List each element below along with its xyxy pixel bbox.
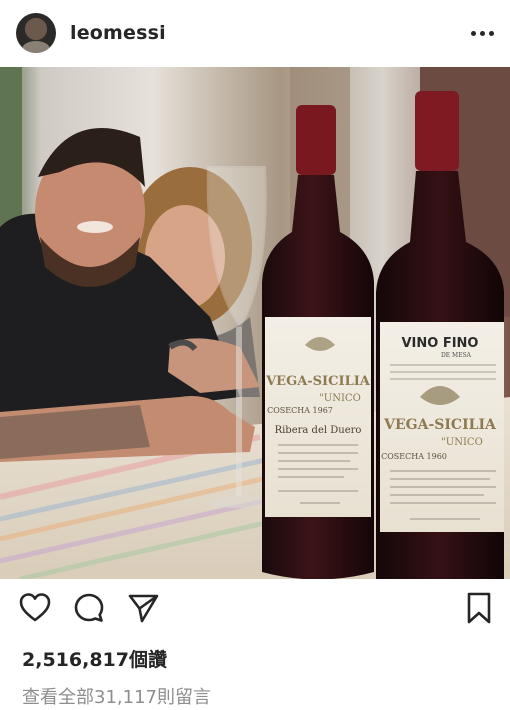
- photo-scene: VEGA-SICILIA "UNICO COSECHA 1967 Ribera …: [0, 67, 510, 579]
- heart-icon[interactable]: [18, 591, 52, 625]
- action-bar: [0, 583, 510, 633]
- right-line: "UNICO: [441, 437, 483, 448]
- paper-plane-icon[interactable]: [126, 591, 160, 625]
- left-region: Ribera del Duero: [275, 425, 362, 436]
- more-options-icon[interactable]: [471, 30, 494, 36]
- comment-icon[interactable]: [72, 591, 106, 625]
- right-top-sub: DE MESA: [441, 352, 472, 359]
- avatar[interactable]: [16, 13, 56, 53]
- post-header: leomessi: [0, 0, 510, 66]
- left-brand: VEGA-SICILIA: [265, 374, 371, 389]
- right-vintage: COSECHA 1960: [381, 452, 447, 461]
- likes-count[interactable]: 2,516,817個讚: [22, 645, 167, 672]
- left-line: "UNICO: [319, 393, 361, 404]
- username[interactable]: leomessi: [70, 22, 166, 44]
- view-all-comments-link[interactable]: 查看全部31,117則留言: [22, 683, 211, 709]
- right-top: VINO FINO: [401, 336, 478, 351]
- post-photo[interactable]: VEGA-SICILIA "UNICO COSECHA 1967 Ribera …: [0, 67, 510, 579]
- left-vintage: COSECHA 1967: [267, 406, 333, 415]
- bookmark-icon[interactable]: [462, 591, 496, 625]
- right-brand: VEGA-SICILIA: [383, 417, 497, 433]
